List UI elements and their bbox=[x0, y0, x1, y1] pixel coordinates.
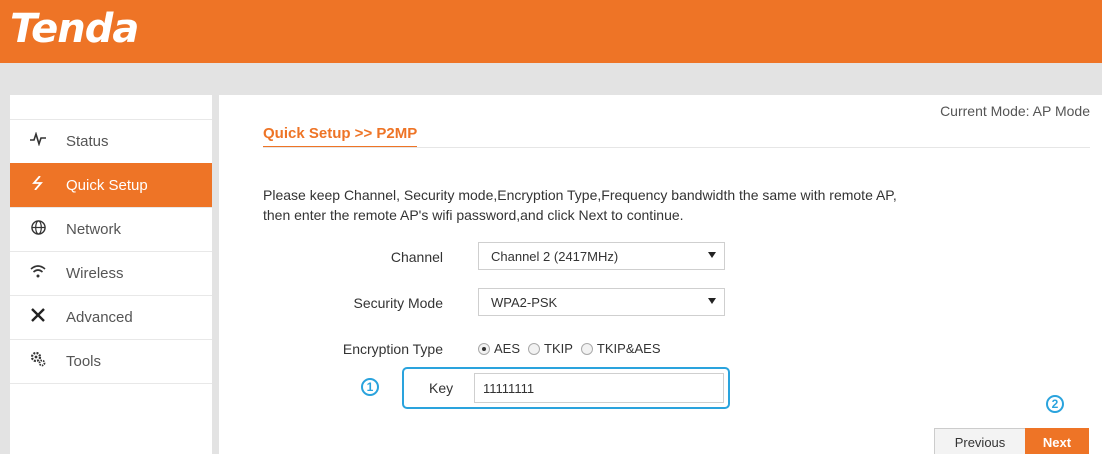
radio-button[interactable] bbox=[478, 342, 490, 355]
title-divider bbox=[263, 147, 1090, 148]
left-gutter bbox=[0, 95, 10, 454]
sidebar-item-tools[interactable]: Tools bbox=[10, 339, 212, 383]
main-panel: Current Mode: AP Mode Quick Setup >> P2M… bbox=[219, 95, 1102, 454]
radio-button[interactable] bbox=[580, 342, 593, 355]
current-mode-label: Current Mode: AP Mode bbox=[940, 103, 1090, 119]
sidebar-item-wireless[interactable]: Wireless bbox=[10, 251, 212, 295]
channel-label: Channel bbox=[390, 249, 443, 265]
radio-label: TKIP bbox=[544, 341, 573, 356]
channel-value: Channel 2 (2417MHz) bbox=[491, 248, 619, 264]
sidebar-item-label: Quick Setup bbox=[66, 177, 148, 194]
step-1-marker: 1 bbox=[361, 378, 379, 396]
sidebar-item-label: Advanced bbox=[66, 309, 133, 326]
sidebar-nav: Status Quick Setup Network Wireless Adva… bbox=[10, 95, 212, 454]
dropdown-arrow-icon bbox=[708, 298, 716, 304]
instructions-line-2: then enter the remote AP's wifi password… bbox=[263, 207, 684, 223]
encryption-type-label: Encryption Type bbox=[342, 341, 443, 357]
security-mode-label: Security Mode bbox=[353, 295, 443, 311]
channel-select[interactable]: Channel 2 (2417MHz) bbox=[478, 242, 725, 270]
sidebar-item-quick-setup[interactable]: Quick Setup bbox=[10, 163, 212, 207]
panel-divider bbox=[212, 95, 219, 454]
security-mode-select[interactable]: WPA2-PSK bbox=[478, 288, 725, 316]
sidebar-item-label: Network bbox=[66, 221, 122, 238]
radio-label: TKIP&AES bbox=[596, 341, 661, 356]
key-label: Key bbox=[429, 380, 454, 396]
pulse-icon bbox=[26, 131, 50, 151]
sidebar-divider bbox=[10, 383, 212, 384]
sub-header-bar bbox=[0, 63, 1102, 95]
encryption-option-aes[interactable]: AES bbox=[478, 341, 520, 356]
sidebar-item-label: Tools bbox=[66, 353, 102, 370]
encryption-option-tkip-aes[interactable]: TKIP&AES bbox=[580, 341, 661, 356]
step-2-marker: 2 bbox=[1046, 395, 1064, 413]
previous-button[interactable]: Previous bbox=[934, 428, 1026, 454]
gears-icon bbox=[26, 351, 50, 372]
encryption-option-tkip[interactable]: TKIP bbox=[528, 341, 573, 356]
security-mode-value: WPA2-PSK bbox=[491, 294, 558, 310]
sidebar-item-label: Wireless bbox=[66, 265, 124, 282]
globe-icon bbox=[26, 219, 50, 240]
radio-label: AES bbox=[494, 341, 521, 356]
instructions-text: Please keep Channel, Security mode,Encry… bbox=[263, 185, 897, 225]
encryption-type-group: AES TKIP TKIP&AES bbox=[478, 341, 669, 356]
tenda-logo: Tenda bbox=[10, 6, 139, 52]
tools-icon bbox=[26, 307, 50, 328]
wifi-icon bbox=[26, 264, 50, 283]
header-bar: Tenda bbox=[0, 0, 1102, 63]
instructions-line-1: Please keep Channel, Security mode,Encry… bbox=[263, 187, 897, 203]
dropdown-arrow-icon bbox=[708, 252, 716, 258]
sidebar-item-label: Status bbox=[66, 133, 109, 150]
radio-button[interactable] bbox=[528, 342, 541, 355]
next-button[interactable]: Next bbox=[1025, 428, 1089, 454]
page-title: Quick Setup >> P2MP bbox=[263, 125, 418, 148]
sidebar-item-status[interactable]: Status bbox=[10, 119, 212, 163]
lightning-icon bbox=[26, 175, 50, 195]
sidebar-item-advanced[interactable]: Advanced bbox=[10, 295, 212, 339]
sidebar-item-network[interactable]: Network bbox=[10, 207, 212, 251]
key-input[interactable] bbox=[474, 373, 724, 403]
